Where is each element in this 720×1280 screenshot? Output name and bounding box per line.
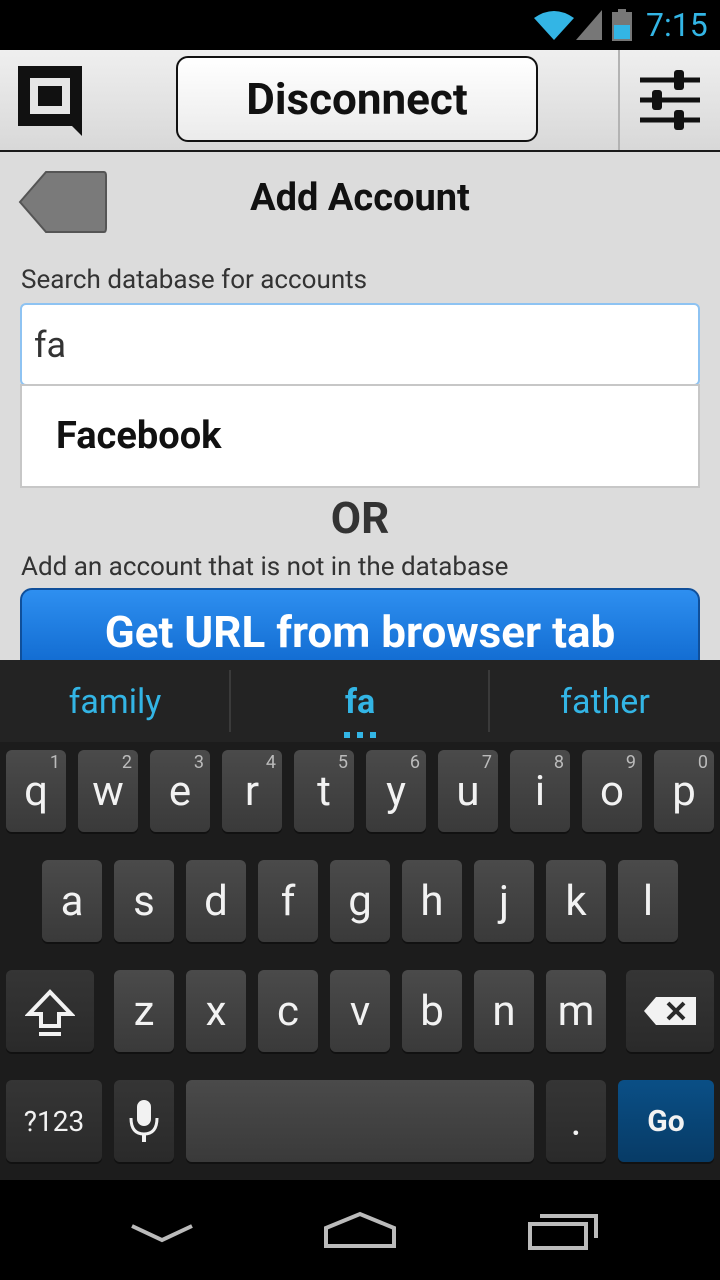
signal-icon (576, 10, 602, 40)
key-h[interactable]: h (402, 860, 462, 942)
key-k[interactable]: k (546, 860, 606, 942)
key-g[interactable]: g (330, 860, 390, 942)
autocomplete-item-facebook[interactable]: Facebook (56, 414, 221, 458)
key-b[interactable]: b (402, 970, 462, 1052)
key-x[interactable]: x (186, 970, 246, 1052)
search-label: Search database for accounts (21, 265, 368, 295)
suggestion-strip: family fa father (0, 660, 720, 742)
search-input[interactable] (20, 303, 700, 386)
key-r[interactable]: r4 (222, 750, 282, 832)
app-content: Disconnect Add Account Search database f… (0, 50, 720, 660)
nav-back-icon[interactable] (122, 1206, 202, 1256)
suggestion-family[interactable]: family (40, 682, 190, 722)
header-divider (618, 50, 620, 150)
key-q[interactable]: q1 (6, 750, 66, 832)
key-f[interactable]: f (258, 860, 318, 942)
shift-key[interactable] (6, 970, 94, 1052)
key-m[interactable]: m (546, 970, 606, 1052)
key-v[interactable]: v (330, 970, 390, 1052)
key-a[interactable]: a (42, 860, 102, 942)
key-n[interactable]: n (474, 970, 534, 1052)
key-z[interactable]: z (114, 970, 174, 1052)
suggestion-fa[interactable]: fa (300, 682, 420, 722)
suggestion-father[interactable]: father (530, 682, 680, 722)
period-key[interactable]: . (546, 1080, 606, 1162)
key-j[interactable]: j (474, 860, 534, 942)
backspace-key[interactable] (626, 970, 714, 1052)
go-key[interactable]: Go (618, 1080, 714, 1162)
add-account-label: Add an account that is not in the databa… (21, 552, 509, 582)
autocomplete-dropdown: Facebook (20, 384, 700, 488)
voice-input-key[interactable] (114, 1080, 174, 1162)
page-title: Add Account (250, 176, 470, 220)
nav-home-icon[interactable] (320, 1206, 400, 1256)
key-d[interactable]: d (186, 860, 246, 942)
suggestion-divider (229, 670, 231, 732)
disconnect-button[interactable]: Disconnect (176, 56, 538, 142)
space-key[interactable] (186, 1080, 534, 1162)
soft-keyboard: family fa father q1 w2 e3 r4 t5 y6 u7 i8… (0, 660, 720, 1180)
shift-icon (25, 989, 75, 1036)
key-l[interactable]: l (618, 860, 678, 942)
symbols-key[interactable]: ?123 (6, 1080, 102, 1162)
key-y[interactable]: y6 (366, 750, 426, 832)
more-suggestions-icon (344, 732, 376, 738)
nav-recents-icon[interactable] (524, 1206, 604, 1256)
wifi-icon (534, 11, 574, 40)
key-u[interactable]: u7 (438, 750, 498, 832)
get-url-button[interactable]: Get URL from browser tab (20, 588, 700, 660)
key-t[interactable]: t5 (294, 750, 354, 832)
mic-icon (129, 1100, 159, 1142)
status-bar: 7:15 (0, 0, 720, 50)
clock: 7:15 (646, 6, 708, 44)
key-i[interactable]: i8 (510, 750, 570, 832)
battery-icon (612, 9, 632, 41)
key-o[interactable]: o9 (582, 750, 642, 832)
key-c[interactable]: c (258, 970, 318, 1052)
logo-icon[interactable] (16, 64, 84, 136)
key-e[interactable]: e3 (150, 750, 210, 832)
key-s[interactable]: s (114, 860, 174, 942)
key-w[interactable]: w2 (78, 750, 138, 832)
app-header: Disconnect (0, 50, 720, 152)
or-divider-label: OR (330, 492, 390, 544)
settings-sliders-icon[interactable] (636, 66, 704, 134)
backspace-icon (644, 997, 696, 1025)
system-nav-bar (0, 1180, 720, 1280)
key-p[interactable]: p0 (654, 750, 714, 832)
suggestion-divider (488, 670, 490, 732)
